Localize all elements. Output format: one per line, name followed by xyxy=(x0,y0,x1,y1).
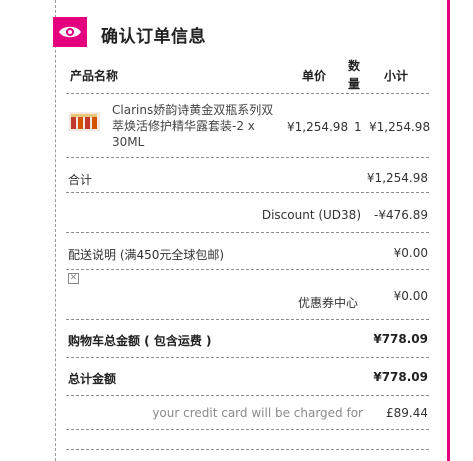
order-confirmation-panel: 确认订单信息 产品名称 单价 数量 小计 Clarins娇韵诗黄金双瓶系列双萃焕… xyxy=(53,0,431,461)
product-unit-price: ¥1,254.98 xyxy=(287,120,349,134)
grand-total-label: 总计金额 xyxy=(68,372,117,386)
product-name[interactable]: Clarins娇韵诗黄金双瓶系列双萃焕活修护精华露套装-2 x 30ML xyxy=(112,102,282,150)
subtotal-row: 合计 ¥1,254.98 xyxy=(66,158,429,193)
grand-total-value: ¥778.09 xyxy=(373,370,428,384)
footer-divider xyxy=(66,430,429,450)
coupon-value: ¥0.00 xyxy=(393,289,428,303)
subtotal-label: 合计 xyxy=(68,173,93,187)
cart-total-row: 购物车总金额 ( 包含运费 ) ¥778.09 xyxy=(66,320,429,358)
shipping-row: 配送说明 (满450元全球包邮) ¥0.00 xyxy=(66,233,429,270)
coupon-center-link[interactable]: 优惠券中心 xyxy=(298,294,358,311)
product-quantity: 1 xyxy=(354,120,362,134)
coupon-row: ✕ 优惠券中心 ¥0.00 xyxy=(66,270,429,320)
table-header: 产品名称 单价 数量 小计 xyxy=(66,55,429,94)
charge-note: your credit card will be charged for xyxy=(152,406,363,420)
discount-label: Discount (UD38) xyxy=(261,208,361,222)
shipping-label: 配送说明 (满450元全球包邮) xyxy=(68,248,225,262)
accent-rail xyxy=(447,0,450,461)
subtotal-value: ¥1,254.98 xyxy=(366,171,428,185)
cart-total-label: 购物车总金额 ( 包含运费 ) xyxy=(68,334,212,348)
table-row: Clarins娇韵诗黄金双瓶系列双萃焕活修护精华露套装-2 x 30ML ¥1,… xyxy=(66,100,431,158)
grand-total-row: 总计金额 ¥778.09 xyxy=(66,358,429,396)
column-subtotal: 小计 xyxy=(384,69,409,83)
page-title: 确认订单信息 xyxy=(101,27,206,47)
charge-row: your credit card will be charged for £89… xyxy=(66,396,429,430)
discount-value: -¥476.89 xyxy=(374,208,428,222)
discount-row: Discount (UD38) -¥476.89 xyxy=(66,193,429,233)
shipping-value: ¥0.00 xyxy=(393,246,428,260)
product-subtotal: ¥1,254.98 xyxy=(369,120,431,134)
broken-image-icon: ✕ xyxy=(68,273,79,284)
cart-total-value: ¥778.09 xyxy=(373,332,428,346)
product-image xyxy=(69,109,100,133)
column-quantity: 数量 xyxy=(348,59,361,91)
column-unit-price: 单价 xyxy=(302,69,327,83)
eye-icon xyxy=(53,17,87,47)
column-product: 产品名称 xyxy=(70,69,119,83)
charge-value: £89.44 xyxy=(386,406,428,420)
